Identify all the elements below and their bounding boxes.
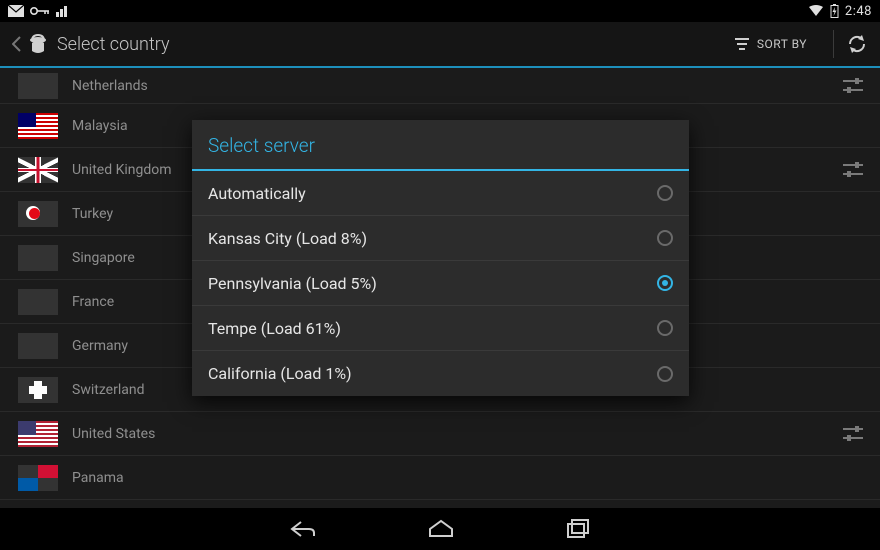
recent-apps-icon [565,518,591,540]
country-name: Turkey [72,206,113,222]
flag-icon [18,377,58,403]
refresh-icon [846,33,868,55]
server-option[interactable]: Tempe (Load 61%) [192,306,689,351]
wifi-icon [808,5,824,17]
flag-icon [18,73,58,99]
home-icon [427,518,455,540]
server-option-label: Tempe (Load 61%) [208,319,341,338]
nav-back-button[interactable] [289,518,317,540]
country-name: Singapore [72,250,135,266]
server-option[interactable]: Kansas City (Load 8%) [192,216,689,261]
flag-icon [18,201,58,227]
dialog-title: Select server [192,120,689,171]
divider [833,30,834,58]
key-icon [30,6,50,16]
tune-button[interactable] [842,425,864,443]
country-row[interactable]: United States [0,412,880,456]
app-icon [25,31,51,57]
country-name: United States [72,426,155,442]
action-bar: Select country SORT BY [0,22,880,68]
country-name: France [72,294,114,310]
server-option-label: Automatically [208,184,306,203]
back-icon [289,518,317,540]
country-name: Germany [72,338,128,354]
select-server-dialog: Select server Automatically Kansas City (… [192,120,689,396]
server-option-label: Pennsylvania (Load 5%) [208,274,377,293]
radio-icon [657,275,673,291]
refresh-button[interactable] [846,33,868,55]
sort-by-button[interactable]: SORT BY [733,37,807,51]
country-name: United Kingdom [72,162,172,178]
country-row[interactable]: Panama [0,456,880,500]
status-clock: 2:48 [845,4,872,19]
sort-icon [733,37,751,51]
battery-charging-icon [830,4,839,18]
signal-bars-icon [56,5,70,17]
country-name: Malaysia [72,118,128,134]
radio-icon [657,366,673,382]
flag-icon [18,157,58,183]
mail-icon [8,5,24,17]
server-option[interactable]: Automatically [192,171,689,216]
radio-icon [657,320,673,336]
flag-icon [18,113,58,139]
country-row[interactable]: Netherlands [0,68,880,104]
server-option[interactable]: California (Load 1%) [192,351,689,396]
country-name: Netherlands [72,78,148,94]
nav-recent-button[interactable] [565,518,591,540]
server-option-label: California (Load 1%) [208,364,352,383]
server-option[interactable]: Pennsylvania (Load 5%) [192,261,689,306]
radio-icon [657,230,673,246]
server-option-label: Kansas City (Load 8%) [208,229,367,248]
flag-icon [18,421,58,447]
radio-icon [657,185,673,201]
flag-icon [18,245,58,271]
back-button[interactable] [12,36,21,52]
flag-icon [18,289,58,315]
country-name: Panama [72,470,124,486]
tune-button[interactable] [842,77,864,95]
nav-bar [0,508,880,550]
sort-by-label: SORT BY [757,37,807,51]
nav-home-button[interactable] [427,518,455,540]
status-bar: 2:48 [0,0,880,22]
flag-icon [18,465,58,491]
country-name: Switzerland [72,382,144,398]
tune-button[interactable] [842,161,864,179]
flag-icon [18,333,58,359]
page-title: Select country [57,34,170,55]
